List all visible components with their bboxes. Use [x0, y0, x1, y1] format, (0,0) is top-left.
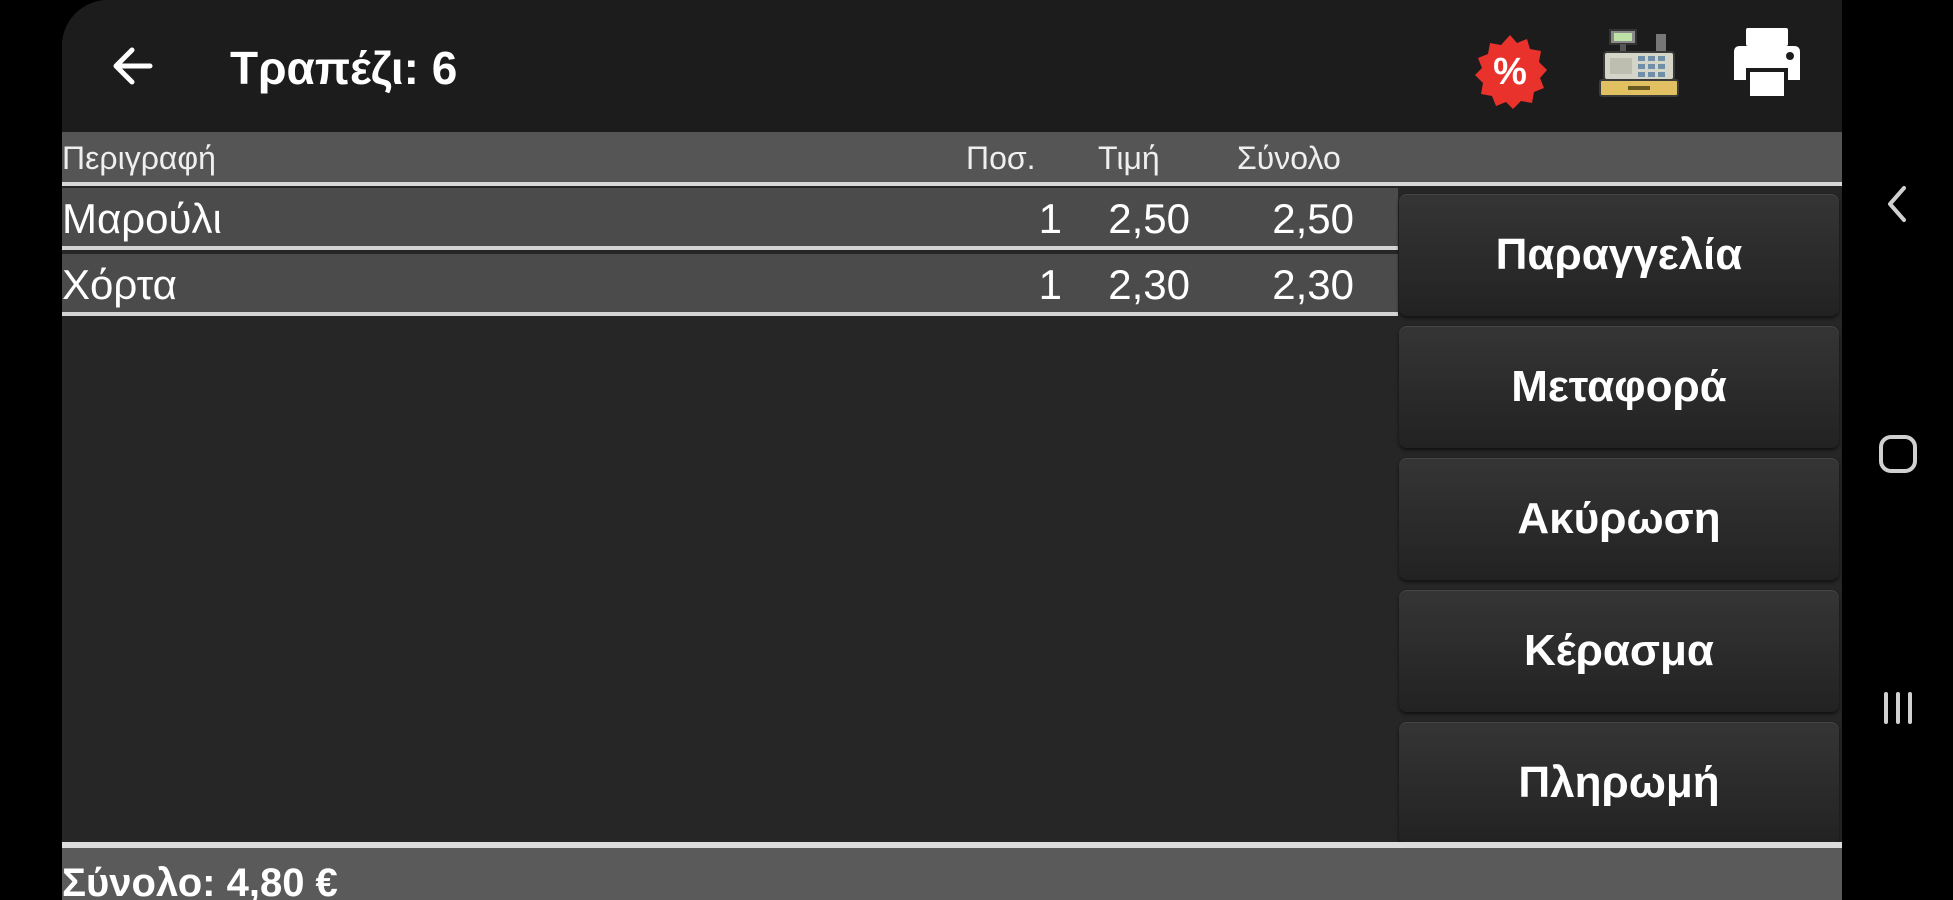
- top-app-bar: Τραπέζι: 6 %: [62, 0, 1842, 132]
- item-quantity: 1: [1038, 195, 1062, 242]
- item-description: Μαρούλι: [62, 195, 222, 242]
- column-header-total: Σύνολο: [1237, 140, 1341, 176]
- system-navigation-bar: [1842, 0, 1953, 900]
- item-price: 2,30: [1108, 261, 1190, 308]
- grand-total: Σύνολο: 4,80 €: [62, 861, 338, 900]
- percent-badge-icon: %: [1475, 35, 1547, 109]
- app-window: Τραπέζι: 6 % Περιγραφή Ποσ. Τιμή Σύνολο …: [62, 0, 1842, 900]
- column-header-description: Περιγραφή: [62, 140, 216, 176]
- discount-symbol: %: [1493, 51, 1527, 93]
- item-price: 2,50: [1108, 195, 1190, 242]
- column-header-quantity: Ποσ.: [966, 140, 1036, 176]
- home-square-icon: [1879, 435, 1917, 473]
- cash-register-icon: [1599, 29, 1679, 97]
- item-description: Χόρτα: [62, 261, 177, 308]
- action-panel: Παραγγελία Μεταφορά Ακύρωση Κέρασμα Πληρ…: [1399, 194, 1839, 854]
- item-total: 2,30: [1272, 261, 1354, 308]
- order-button[interactable]: Παραγγελία: [1399, 194, 1839, 316]
- chevron-left-icon: [1888, 186, 1906, 222]
- transfer-button[interactable]: Μεταφορά: [1399, 326, 1839, 448]
- item-quantity: 1: [1038, 261, 1062, 308]
- item-total: 2,50: [1272, 195, 1354, 242]
- cancel-button[interactable]: Ακύρωση: [1399, 458, 1839, 580]
- treat-button[interactable]: Κέρασμα: [1399, 590, 1839, 712]
- print-button[interactable]: [1730, 26, 1804, 98]
- cash-register-button[interactable]: [1598, 24, 1680, 100]
- recents-icon: [1884, 692, 1912, 724]
- order-items-list: Μαρούλι 1 2,50 2,50 Χόρτα 1 2,30 2,30: [62, 188, 1398, 320]
- system-back-button[interactable]: [1868, 174, 1928, 234]
- total-footer: Σύνολο: 4,80 €: [62, 842, 1842, 900]
- system-recents-button[interactable]: [1868, 678, 1928, 738]
- column-header-row: Περιγραφή Ποσ. Τιμή Σύνολο: [62, 132, 1842, 186]
- system-home-button[interactable]: [1868, 424, 1928, 484]
- discount-button[interactable]: %: [1470, 32, 1550, 112]
- page-title: Τραπέζι: 6: [230, 42, 458, 94]
- column-header-price: Τιμή: [1098, 140, 1160, 176]
- payment-button[interactable]: Πληρωμή: [1399, 722, 1839, 844]
- arrow-left-icon: [113, 47, 153, 85]
- printer-icon: [1734, 28, 1800, 96]
- table-row[interactable]: Χόρτα 1 2,30 2,30: [62, 254, 1398, 316]
- back-button[interactable]: [102, 36, 162, 96]
- table-row[interactable]: Μαρούλι 1 2,50 2,50: [62, 188, 1398, 250]
